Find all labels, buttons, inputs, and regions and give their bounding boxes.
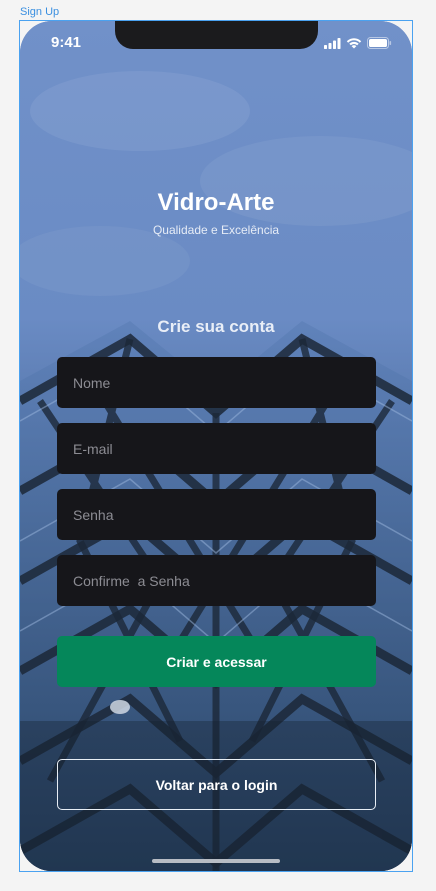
battery-icon [367,37,392,49]
phone-screen: 9:41 Vidro-Arte Qualidade e Excelência C… [20,21,412,871]
status-icons [324,37,392,49]
confirm-password-field[interactable] [57,555,376,606]
device-notch [115,21,318,49]
status-time: 9:41 [51,34,82,51]
cellular-signal-icon [324,37,341,49]
password-input[interactable] [71,505,376,524]
wifi-icon [346,37,362,48]
email-field[interactable] [57,423,376,474]
confirm-password-input[interactable] [71,571,376,590]
brand-title: Vidro-Arte [157,189,275,216]
brand-subtitle: Qualidade e Excelência [152,223,280,237]
home-indicator [152,859,280,863]
password-field[interactable] [57,489,376,540]
create-account-button[interactable]: Criar e acessar [57,636,376,687]
form-heading: Crie sua conta [157,317,275,336]
frame-label: Sign Up [20,6,60,18]
name-field[interactable] [57,357,376,408]
email-input[interactable] [71,439,376,458]
name-input[interactable] [71,373,376,392]
back-to-login-button[interactable]: Voltar para o login [57,759,376,810]
